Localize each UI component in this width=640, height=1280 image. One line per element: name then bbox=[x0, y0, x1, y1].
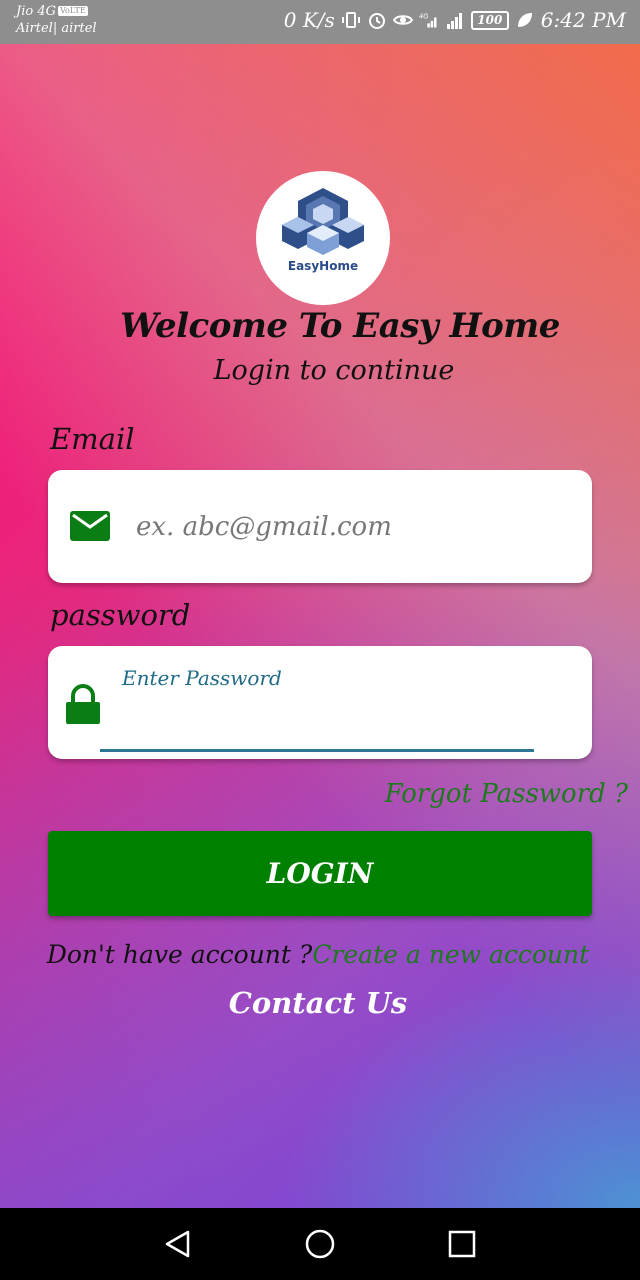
logo-text: EasyHome bbox=[287, 259, 359, 273]
svg-text:4G: 4G bbox=[419, 12, 428, 20]
carrier-line-2: Airtel| airtel bbox=[16, 21, 97, 36]
leaf-icon bbox=[517, 13, 532, 27]
password-input[interactable] bbox=[100, 696, 534, 752]
volte-badge: VoLTE bbox=[57, 6, 88, 16]
carrier-line-1: Jio 4G bbox=[16, 4, 56, 19]
signal-4g-icon: 4G bbox=[419, 12, 437, 28]
forgot-password-link[interactable]: Forgot Password ? bbox=[385, 779, 628, 809]
email-field-card bbox=[48, 470, 592, 583]
lock-icon bbox=[66, 684, 100, 724]
no-account-text: Don't have account ? bbox=[46, 940, 313, 969]
carrier-info: Jio 4G VoLTE Airtel| airtel bbox=[16, 3, 97, 37]
status-icons: 0 K/s 4G 100 6:42 PM bbox=[284, 8, 626, 32]
clock: 6:42 PM bbox=[540, 8, 626, 32]
password-hint: Enter Password bbox=[122, 666, 282, 690]
email-label: Email bbox=[50, 422, 135, 456]
signal-icon bbox=[446, 13, 462, 29]
system-nav-bar bbox=[0, 1208, 640, 1280]
house-cubes-icon bbox=[282, 188, 364, 255]
status-bar: Jio 4G VoLTE Airtel| airtel 0 K/s 4G 100 … bbox=[0, 0, 640, 44]
net-speed: 0 K/s bbox=[283, 8, 335, 32]
signup-prompt: Don't have account ?Create a new account bbox=[0, 940, 636, 969]
recents-icon[interactable] bbox=[446, 1228, 478, 1260]
eye-icon bbox=[392, 15, 413, 25]
envelope-icon bbox=[70, 511, 110, 541]
battery-indicator: 100 bbox=[470, 10, 509, 30]
login-screen: EasyHome Welcome To Easy Home Login to c… bbox=[0, 44, 640, 1208]
page-title: Welcome To Easy Home bbox=[120, 306, 560, 346]
page-subtitle: Login to continue bbox=[213, 355, 455, 386]
back-icon[interactable] bbox=[162, 1228, 194, 1260]
alarm-icon bbox=[368, 13, 385, 29]
create-account-link[interactable]: Create a new account bbox=[312, 940, 589, 969]
contact-us-link[interactable]: Contact Us bbox=[0, 986, 636, 1020]
app-logo: EasyHome bbox=[256, 171, 390, 305]
home-icon[interactable] bbox=[304, 1228, 336, 1260]
login-button[interactable]: LOGIN bbox=[48, 831, 592, 916]
password-field-card: Enter Password bbox=[48, 646, 592, 759]
email-input[interactable] bbox=[136, 508, 556, 546]
password-label: password bbox=[50, 598, 191, 632]
vibrate-icon bbox=[341, 12, 360, 28]
